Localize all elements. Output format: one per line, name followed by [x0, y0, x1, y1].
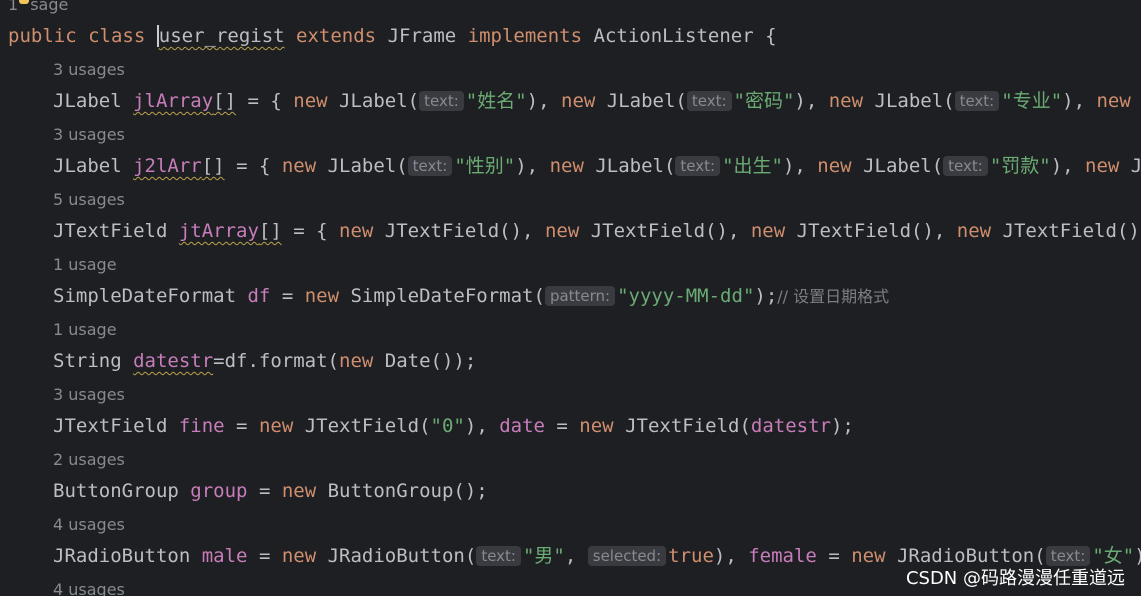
usage-hint[interactable]: 1 usage [53, 254, 117, 276]
class-name: user_regist [156, 25, 285, 47]
code-line-dateformat[interactable]: SimpleDateFormat df = new SimpleDateForm… [53, 284, 889, 308]
param-hint: text: [943, 156, 988, 176]
usage-hint[interactable]: 1 usage [53, 319, 117, 341]
param-hint: text: [686, 91, 732, 111]
code-editor[interactable]: 1 sage public class user_regist extends J… [0, 0, 1141, 596]
code-line-jlarray[interactable]: JLabel jlArray[] = { new JLabel(text: "姓名… [53, 89, 1141, 113]
usage-hint[interactable]: 5 usages [53, 189, 125, 211]
usage-hint[interactable]: 4 usages [53, 579, 125, 596]
csdn-watermark: CSDN @码路漫漫任重道远 [905, 568, 1125, 589]
param-hint: text: [1045, 546, 1091, 566]
usage-hint[interactable]: 3 usages [53, 124, 125, 146]
lightbulb-icon[interactable] [19, 0, 30, 4]
code-comment: // 设置日期格式 [777, 287, 890, 306]
code-line-class-decl[interactable]: public class user_regist extends JFrame … [8, 24, 777, 48]
usage-hint[interactable]: 2 usages [53, 449, 125, 471]
param-hint: text: [675, 156, 721, 176]
usage-hint-top[interactable]: 1 sage [8, 0, 68, 16]
code-line-fine-date[interactable]: JTextField fine = new JTextField("0"), d… [53, 414, 854, 438]
param-hint: selected: [587, 546, 667, 566]
param-hint: text: [419, 91, 464, 111]
param-hint: pattern: [544, 286, 616, 306]
usage-hint[interactable]: 3 usages [53, 384, 125, 406]
param-hint: text: [407, 156, 453, 176]
usage-hint[interactable]: 3 usages [53, 59, 125, 81]
code-line-buttongroup[interactable]: ButtonGroup group = new ButtonGroup(); [53, 479, 488, 503]
param-hint: text: [954, 91, 1000, 111]
param-hint: text: [476, 546, 521, 566]
code-line-jtarray[interactable]: JTextField jtArray[] = { new JTextField(… [53, 219, 1141, 243]
code-line-j2larr[interactable]: JLabel j2lArr[] = { new JLabel(text: "性别"… [53, 154, 1141, 178]
code-line-datestr[interactable]: String datestr=df.format(new Date()); [53, 349, 476, 373]
usage-hint[interactable]: 4 usages [53, 514, 125, 536]
